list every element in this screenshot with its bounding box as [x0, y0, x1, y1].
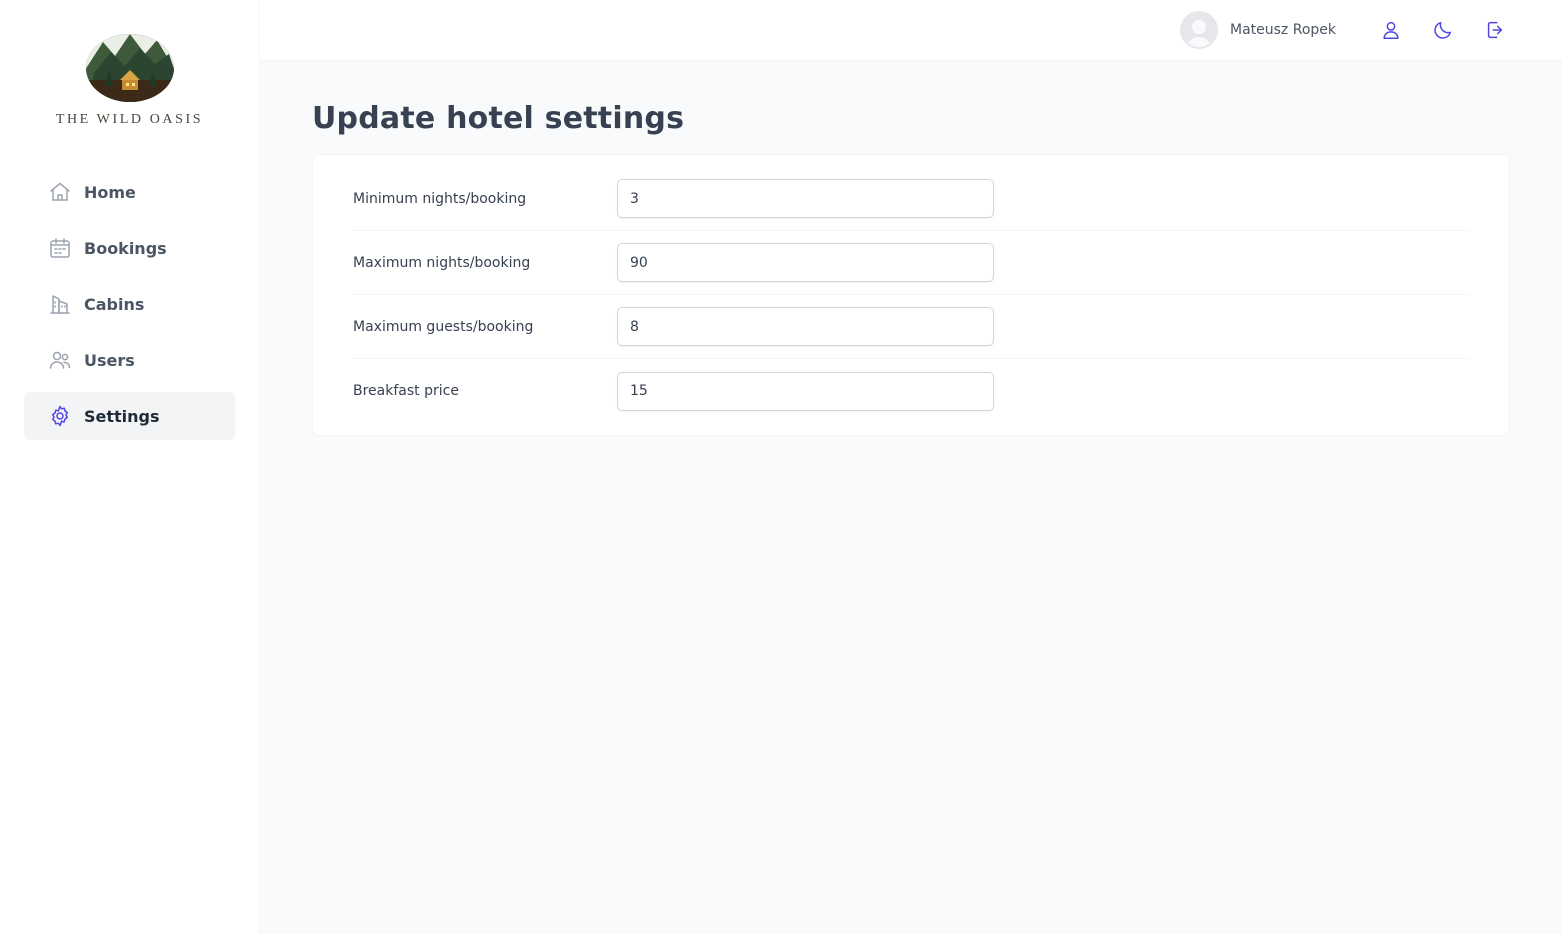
max-guests-label: Maximum guests/booking: [353, 318, 534, 335]
breakfast-price-input[interactable]: [617, 371, 994, 411]
sidebar-item-label: Cabins: [84, 294, 145, 314]
form-row-max-nights: Maximum nights/booking: [353, 231, 1469, 295]
form-row-max-guests: Maximum guests/booking: [353, 295, 1469, 359]
logo[interactable]: THE WILD OASIS: [24, 30, 235, 128]
sidebar-item-bookings[interactable]: Bookings: [24, 224, 235, 272]
logout-icon: [1487, 21, 1503, 39]
content: Update hotel settings Minimum nights/boo…: [260, 61, 1562, 436]
max-nights-input[interactable]: [617, 243, 994, 282]
max-guests-input[interactable]: [617, 307, 994, 346]
min-nights-label: Minimum nights/booking: [353, 190, 527, 207]
logout-button[interactable]: [1480, 15, 1510, 45]
sidebar-item-label: Settings: [84, 406, 160, 426]
page-title: Update hotel settings: [312, 101, 685, 136]
logo-badge-icon: [85, 34, 174, 102]
main-area: Mateusz Ropek Update hotel settings Mini…: [260, 0, 1562, 934]
sidebar: THE WILD OASIS Home Bookings Cabins User…: [0, 0, 260, 934]
calendar-icon: [50, 238, 70, 258]
min-nights-input[interactable]: [617, 179, 994, 218]
user-icon: [1383, 21, 1399, 39]
breakfast-price-label: Breakfast price: [353, 383, 459, 399]
account-button[interactable]: [1376, 15, 1406, 45]
avatar-head-shape: [1192, 20, 1206, 34]
sidebar-item-cabins[interactable]: Cabins: [24, 280, 235, 328]
max-nights-label: Maximum nights/booking: [353, 254, 531, 271]
user-name: Mateusz Ropek: [1230, 22, 1336, 38]
sidebar-nav: Home Bookings Cabins Users Settings: [24, 168, 235, 440]
sidebar-item-label: Home: [84, 182, 136, 202]
sidebar-item-label: Bookings: [84, 238, 167, 258]
sidebar-item-label: Users: [84, 350, 135, 370]
moon-icon: [1434, 21, 1452, 39]
sidebar-item-users[interactable]: Users: [24, 336, 235, 384]
sidebar-item-home[interactable]: Home: [24, 168, 235, 216]
app-root: THE WILD OASIS Home Bookings Cabins User…: [0, 0, 1562, 934]
settings-form: Minimum nights/booking Maximum nights/bo…: [312, 154, 1510, 436]
dark-mode-toggle[interactable]: [1428, 15, 1458, 45]
avatar-body-shape: [1186, 37, 1212, 47]
header: Mateusz Ropek: [260, 0, 1562, 61]
sidebar-item-settings[interactable]: Settings: [24, 392, 235, 440]
building-icon: [50, 295, 70, 314]
form-row-min-nights: Minimum nights/booking: [353, 167, 1469, 231]
users-icon: [49, 351, 71, 369]
gear-icon: [52, 405, 68, 427]
avatar: [1180, 11, 1218, 49]
user-info: Mateusz Ropek: [1180, 11, 1336, 49]
form-row-breakfast-price: Breakfast price: [353, 359, 1469, 423]
home-icon: [50, 182, 70, 201]
brand-name: THE WILD OASIS: [55, 112, 204, 127]
